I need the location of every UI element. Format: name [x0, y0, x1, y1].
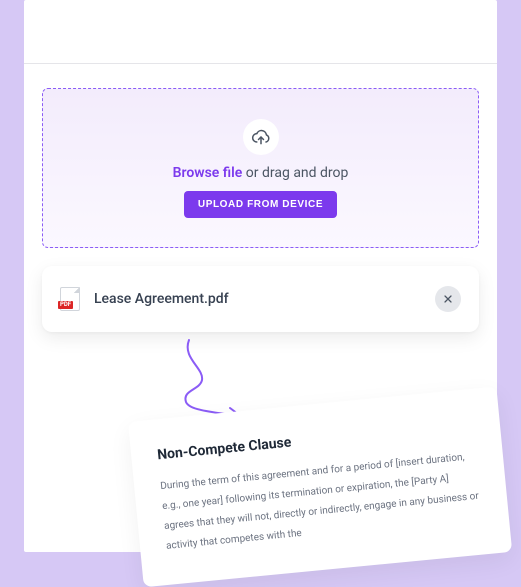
close-icon — [442, 293, 454, 305]
pdf-file-icon: PDF — [60, 287, 80, 311]
dropzone-suffix: or drag and drop — [242, 165, 348, 181]
browse-link[interactable]: Browse file — [173, 165, 243, 181]
clause-preview-card: Non-Compete Clause During the term of th… — [128, 387, 512, 587]
header-area — [24, 0, 497, 64]
content-area: Browse file or drag and drop UPLOAD FROM… — [24, 64, 497, 356]
cloud-upload-icon — [251, 127, 271, 147]
remove-file-button[interactable] — [435, 286, 461, 312]
pdf-badge: PDF — [58, 301, 73, 309]
file-dropzone[interactable]: Browse file or drag and drop UPLOAD FROM… — [42, 88, 479, 248]
upload-icon-circle — [243, 119, 279, 155]
file-name-label: Lease Agreement.pdf — [94, 291, 421, 307]
clause-body: During the term of this agreement and fo… — [159, 447, 483, 557]
dropzone-text: Browse file or drag and drop — [173, 165, 349, 181]
upload-from-device-button[interactable]: UPLOAD FROM DEVICE — [184, 191, 337, 218]
uploaded-file-card: PDF Lease Agreement.pdf — [42, 266, 479, 332]
main-panel: Browse file or drag and drop UPLOAD FROM… — [24, 0, 497, 552]
